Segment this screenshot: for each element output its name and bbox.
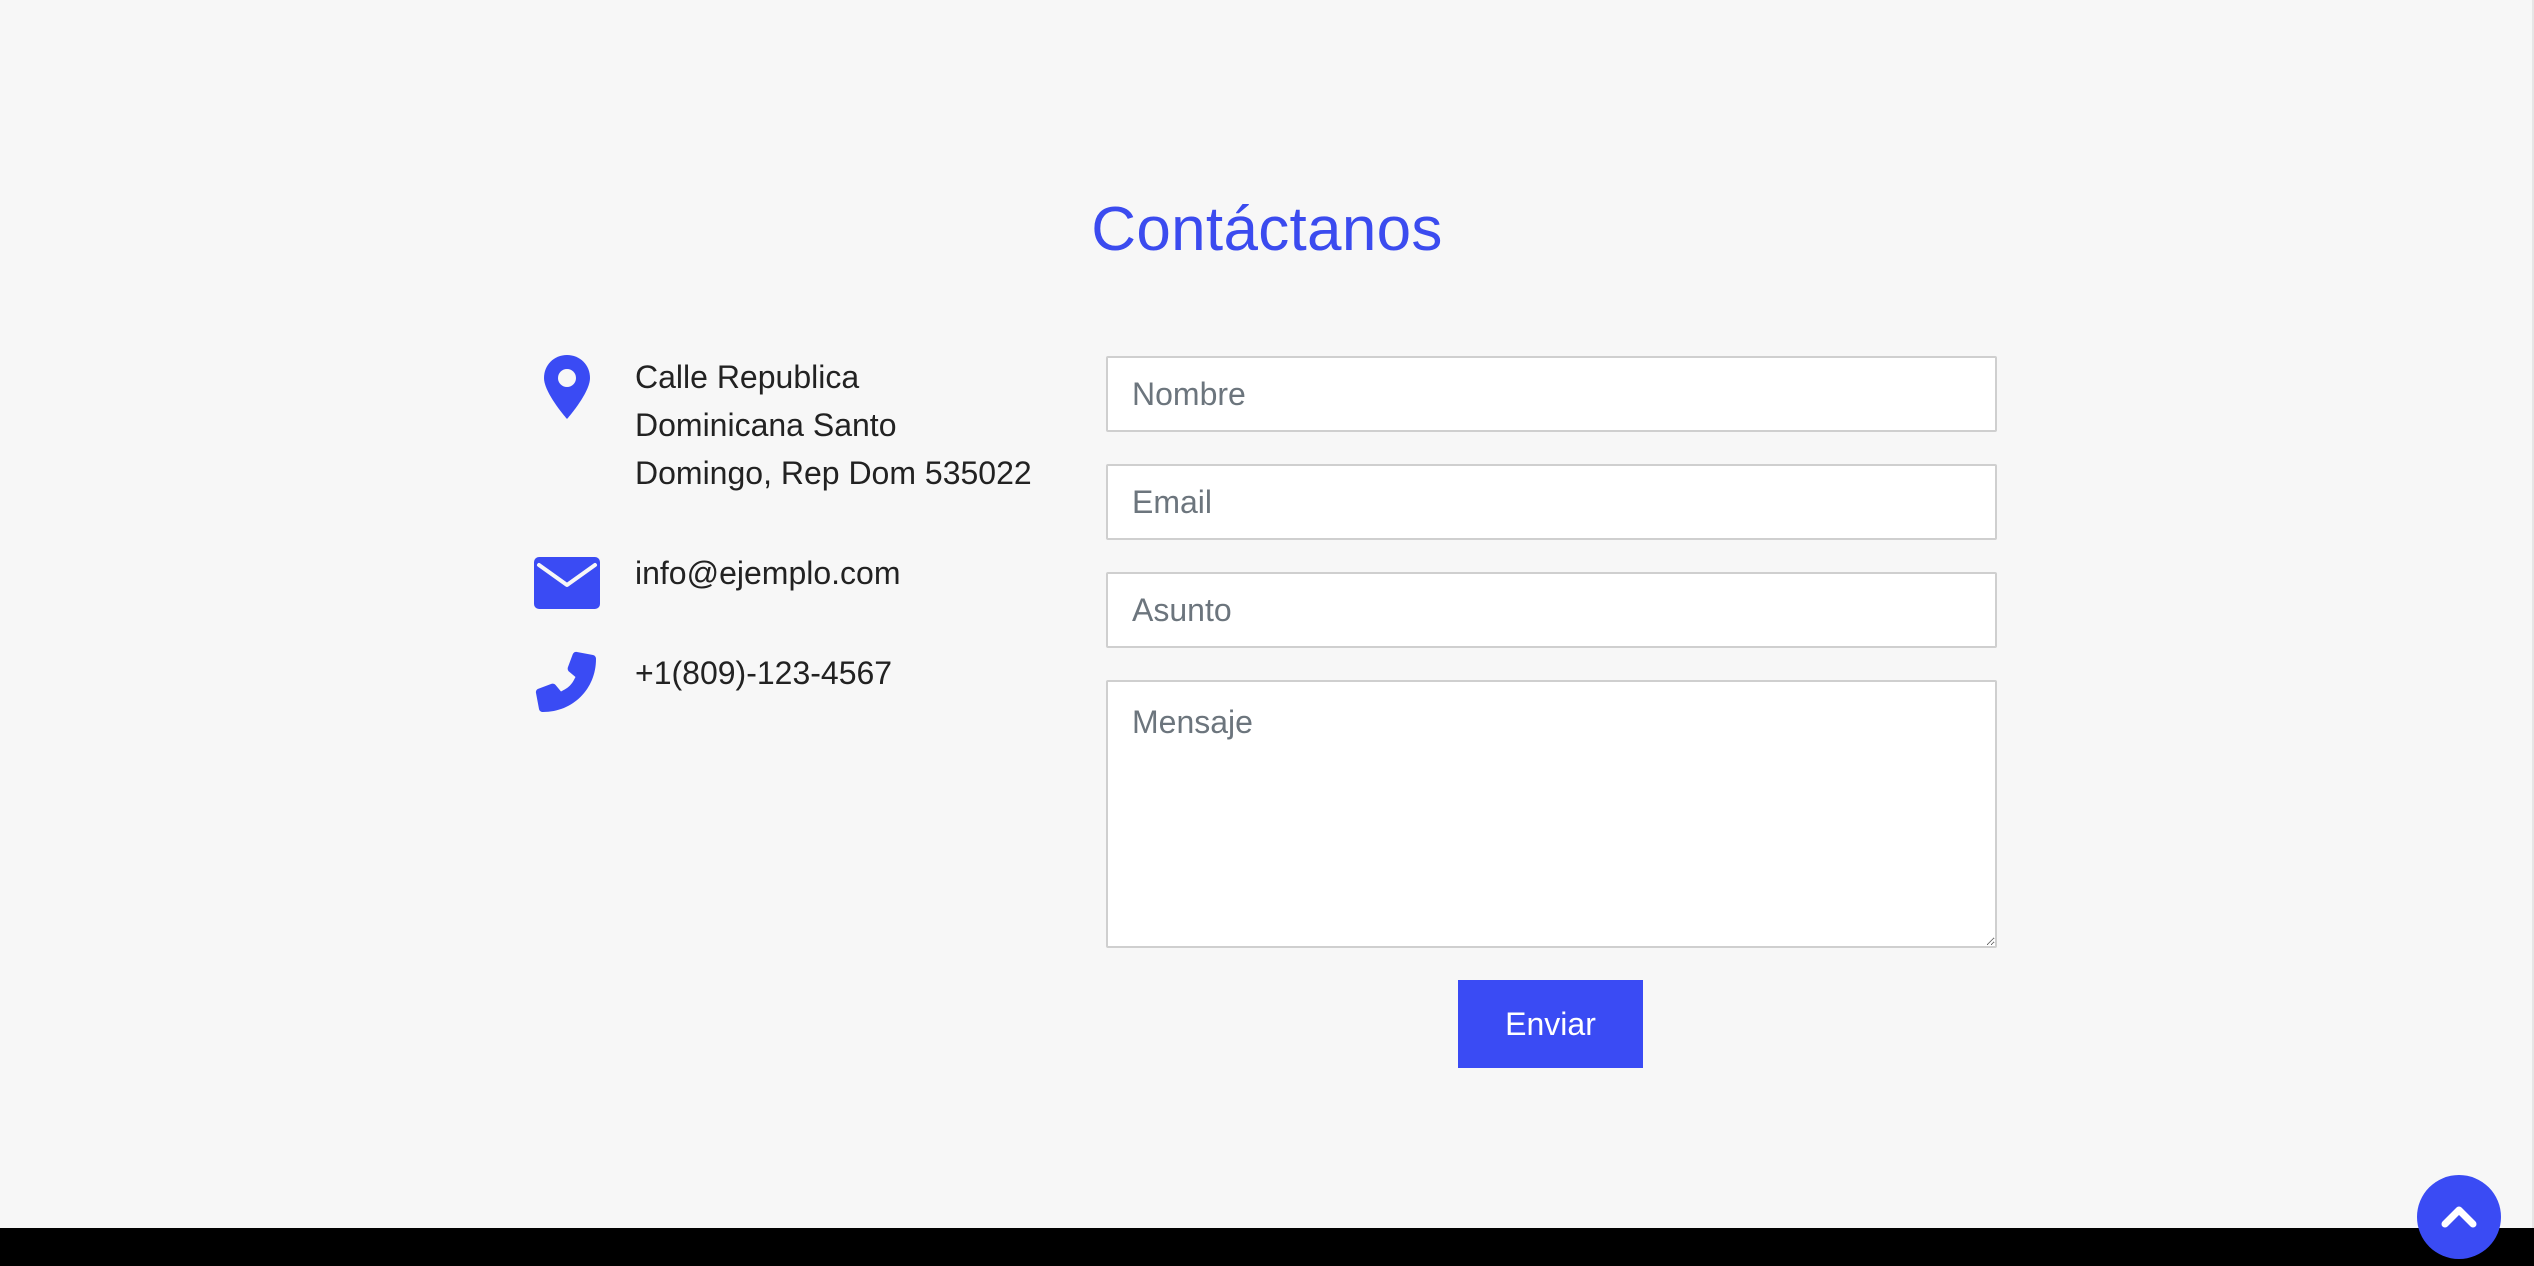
map-marker-icon bbox=[533, 353, 601, 421]
envelope-icon bbox=[533, 555, 601, 623]
phone-icon bbox=[533, 649, 601, 717]
phone-text: +1(809)-123-4567 bbox=[635, 655, 893, 691]
message-field[interactable] bbox=[1106, 680, 1997, 948]
contact-page: Contáctanos Calle Republica Dominicana S… bbox=[0, 0, 2534, 1266]
address-text: Calle Republica Dominicana Santo Domingo… bbox=[635, 359, 1032, 491]
submit-button[interactable]: Enviar bbox=[1458, 980, 1643, 1068]
subject-field[interactable] bbox=[1106, 572, 1997, 648]
footer bbox=[0, 1228, 2534, 1266]
email-text: info@ejemplo.com bbox=[635, 555, 901, 591]
chevron-up-icon bbox=[2439, 1202, 2479, 1233]
page-title: Contáctanos bbox=[1091, 194, 1443, 264]
email-field[interactable] bbox=[1106, 464, 1997, 540]
name-field[interactable] bbox=[1106, 356, 1997, 432]
back-to-top-button[interactable] bbox=[2417, 1175, 2501, 1259]
